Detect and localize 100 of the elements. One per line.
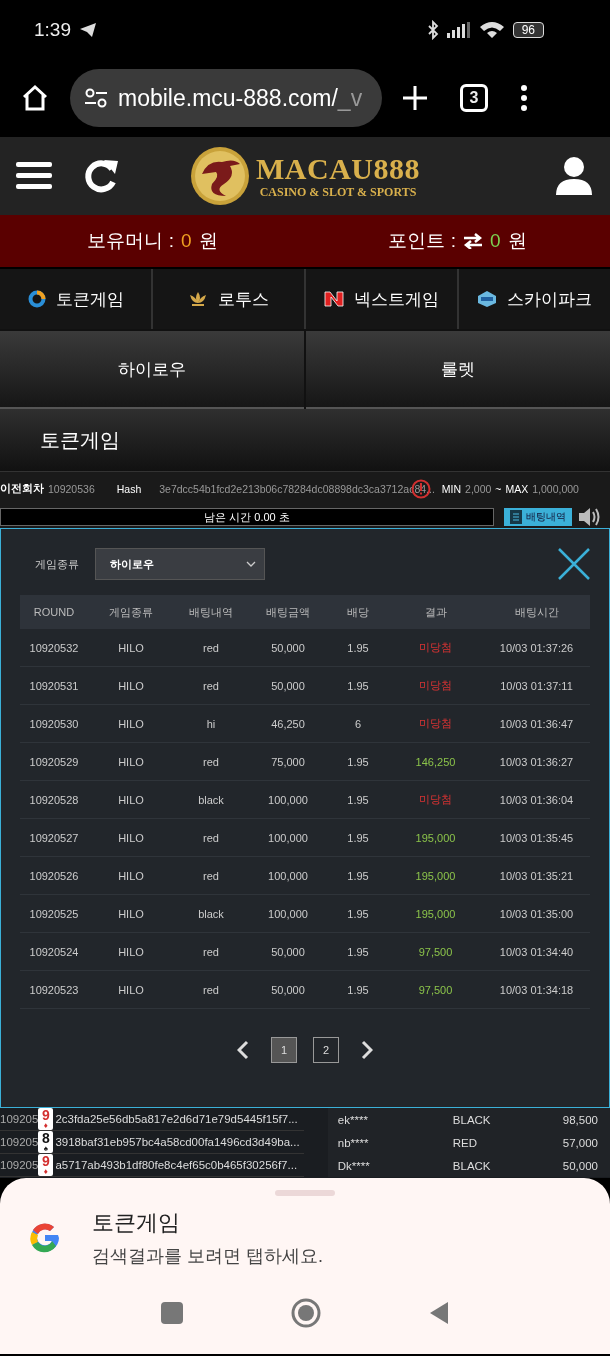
table-cell-text: 6 — [353, 717, 363, 730]
table-cell-text: black — [197, 907, 225, 920]
table-cell-text: 10/03 01:34:18 — [498, 983, 575, 996]
table-cell-text: red — [202, 679, 220, 692]
table-cell-text: HILO — [117, 907, 145, 920]
tab-switcher-button[interactable]: 3 — [460, 84, 488, 112]
table-cell-text: 10920532 — [28, 641, 80, 654]
money-value: 0 — [181, 230, 192, 252]
provider-tab[interactable]: 스카이파크 — [459, 269, 610, 329]
recents-icon[interactable] — [161, 1302, 183, 1324]
bottom-sheet[interactable]: 토큰게임 검색결과를 보려면 탭하세요. — [0, 1178, 610, 1354]
table-cell-text: 10/03 01:36:27 — [498, 755, 575, 768]
table-cell-text: black — [197, 793, 225, 806]
table-cell-text: 46,250 — [270, 717, 306, 730]
table-cell-text: red — [202, 983, 220, 996]
result-cell-text: 미당첨 — [418, 716, 453, 731]
bet-pick: BLACK — [452, 1159, 492, 1172]
table-cell-text: 1.95 — [346, 831, 370, 844]
provider-tab[interactable]: 넥스트게임 — [306, 269, 457, 329]
refresh-icon[interactable] — [82, 157, 120, 195]
site-settings-icon[interactable] — [84, 87, 108, 109]
game-button[interactable]: 룰렛 — [306, 331, 610, 409]
chevron-right-icon[interactable] — [361, 1040, 373, 1060]
result-cell-text: 97,500 — [417, 945, 454, 958]
hash-text: 2c3fda25e56db5a817e2d6d71e79d5445f15f7... — [55, 1113, 298, 1125]
game-button[interactable]: 하이로우 — [0, 331, 304, 409]
more-icon[interactable] — [520, 85, 528, 111]
provider-tab[interactable]: 토큰게임 — [0, 269, 151, 329]
table-cell-text: red — [202, 641, 220, 654]
url-text: mobile.mcu-888.com/_v — [118, 84, 363, 112]
result-cell-text: 미당첨 — [418, 792, 453, 807]
table-cell-text: 100,000 — [267, 793, 309, 806]
round-number: 109205 — [0, 1136, 39, 1148]
sheet-title: 토큰게임 — [92, 1209, 181, 1237]
hash-text: a5717ab493b1df80fe8c4ef65c0b465f30256f7... — [55, 1159, 298, 1171]
provider-tab[interactable]: 로투스 — [153, 269, 304, 329]
table-cell-text: 10920523 — [28, 983, 80, 996]
playing-card: 8 ♠ — [38, 1131, 54, 1153]
user-name: nb**** — [337, 1136, 370, 1149]
bet-history-button[interactable]: 배팅내역 — [504, 508, 572, 526]
ring-icon — [27, 290, 46, 308]
point-value: 0 — [490, 230, 501, 252]
table-cell-text: 10920525 — [28, 907, 80, 920]
home-icon[interactable] — [20, 83, 50, 113]
previous-round-label: 이전회차 — [0, 482, 44, 496]
section-title: 토큰게임 — [40, 427, 120, 453]
min-value: 2,000 — [465, 483, 492, 495]
user-name: Dk**** — [337, 1159, 371, 1172]
drag-handle[interactable] — [275, 1190, 335, 1196]
table-cell-text: 1.95 — [346, 907, 370, 920]
page-button[interactable]: 1 — [271, 1037, 297, 1063]
table-cell-text: HILO — [117, 869, 145, 882]
battery-icon: 96 — [512, 22, 544, 38]
table-cell-text: 1.95 — [346, 641, 370, 654]
table-cell-text: HILO — [117, 983, 145, 996]
column-header: 배팅시간 — [513, 604, 560, 620]
table-cell-text: 1.95 — [346, 793, 370, 806]
home-circle-icon[interactable] — [291, 1298, 321, 1328]
round-number: 109205 — [0, 1159, 39, 1171]
table-cell-text: 10/03 01:35:00 — [498, 907, 575, 920]
bet-amount: 50,000 — [562, 1159, 598, 1172]
table-cell-text: red — [202, 869, 220, 882]
paper-plane-icon — [79, 22, 97, 38]
game-type-dropdown[interactable]: 하이로우 — [95, 548, 265, 580]
table-cell-text: HILO — [117, 679, 145, 692]
max-label: MAX — [505, 483, 529, 495]
round-number: 109205 — [0, 1113, 39, 1125]
google-g-icon — [28, 1221, 62, 1255]
bet-amount: 98,500 — [562, 1113, 598, 1126]
back-icon[interactable] — [429, 1301, 449, 1325]
playing-card: 9 ♦ — [38, 1108, 54, 1130]
table-cell-text: 1.95 — [346, 945, 370, 958]
bet-pick: BLACK — [452, 1113, 492, 1126]
money-label: 보유머니 : — [87, 229, 174, 253]
close-icon[interactable] — [558, 548, 590, 580]
column-header: 배팅내역 — [188, 604, 234, 620]
sheet-subtitle: 검색결과를 보려면 탭하세요. — [92, 1245, 323, 1268]
chevron-left-icon[interactable] — [237, 1040, 249, 1060]
table-cell-text: 1.95 — [346, 869, 370, 882]
bet-amount: 57,000 — [562, 1136, 598, 1149]
menu-icon[interactable] — [16, 161, 52, 191]
max-value: 1,000,000 — [532, 483, 579, 495]
plus-icon[interactable] — [402, 85, 428, 111]
page-button[interactable]: 2 — [313, 1037, 339, 1063]
table-cell-text: 50,000 — [270, 641, 306, 654]
table-cell-text: 1.95 — [346, 983, 370, 996]
table-cell-text: 1.95 — [346, 755, 370, 768]
speaker-icon[interactable] — [578, 506, 602, 528]
table-cell-text: HILO — [117, 831, 145, 844]
table-cell-text: 100,000 — [267, 869, 309, 882]
bet-pick: RED — [452, 1136, 479, 1149]
swap-arrows-icon[interactable] — [463, 233, 483, 249]
table-cell-text: 100,000 — [267, 907, 309, 920]
lotus-icon — [188, 291, 208, 307]
dragon-emblem-icon — [190, 146, 250, 206]
table-cell-text: HILO — [117, 945, 145, 958]
money-unit: 원 — [198, 229, 218, 253]
address-bar[interactable]: mobile.mcu-888.com/_v — [70, 69, 382, 127]
table-cell-text: 50,000 — [270, 945, 306, 958]
user-icon[interactable] — [556, 157, 592, 195]
